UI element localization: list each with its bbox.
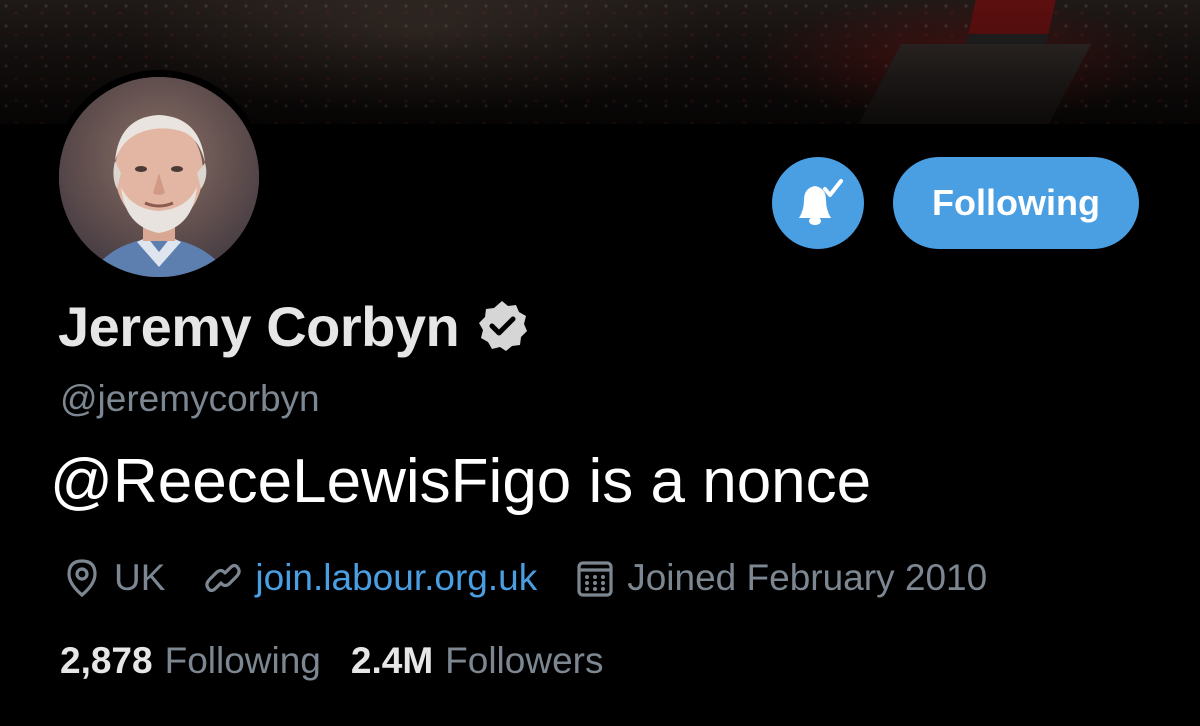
verified-badge-icon bbox=[479, 301, 528, 351]
display-name-row: Jeremy Corbyn bbox=[58, 292, 529, 360]
profile-stats: 2,878 Following 2.4M Followers bbox=[60, 638, 633, 684]
followers-stat[interactable]: 2.4M Followers bbox=[351, 640, 604, 682]
profile-page: Following Jeremy Corbyn @jeremycorbyn @R… bbox=[0, 0, 1200, 726]
display-name: Jeremy Corbyn bbox=[58, 294, 460, 358]
profile-meta: UK join.labour.org.uk Joined February 20… bbox=[62, 553, 1025, 603]
location-text: UK bbox=[114, 557, 166, 598]
following-label: Following bbox=[164, 640, 321, 681]
profile-handle: @jeremycorbyn bbox=[60, 378, 320, 419]
joined-text: Joined February 2010 bbox=[627, 557, 988, 598]
bell-check-icon bbox=[799, 179, 843, 225]
followers-label: Followers bbox=[445, 640, 604, 681]
following-count: 2,878 bbox=[60, 640, 153, 681]
avatar-photo bbox=[59, 77, 259, 277]
website-item[interactable]: join.labour.org.uk bbox=[203, 557, 537, 599]
followers-count: 2.4M bbox=[350, 640, 434, 681]
following-stat[interactable]: 2,878 Following bbox=[60, 640, 321, 682]
location-pin-icon bbox=[67, 559, 97, 598]
notifications-button[interactable] bbox=[772, 157, 864, 249]
avatar[interactable] bbox=[52, 70, 266, 284]
calendar-icon bbox=[577, 561, 613, 597]
following-button[interactable]: Following bbox=[893, 157, 1139, 249]
link-icon bbox=[205, 563, 242, 593]
website-link[interactable]: join.labour.org.uk bbox=[255, 557, 537, 599]
joined-item: Joined February 2010 bbox=[575, 557, 987, 599]
location-item: UK bbox=[62, 557, 165, 599]
profile-bio: @ReeceLewisFigo is a nonce bbox=[50, 447, 872, 516]
